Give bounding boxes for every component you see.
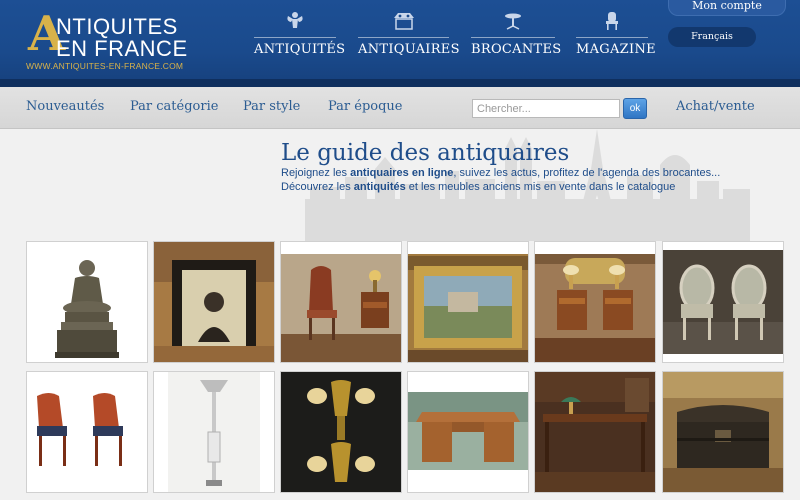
- hero-subtitle-1: Rejoignez les antiquaires en ligne, suiv…: [281, 167, 721, 179]
- wooden-chest-image: [663, 372, 783, 492]
- main-nav-label: ANTIQUITÉS: [254, 42, 346, 57]
- red-armchairs-image: [27, 372, 147, 492]
- main-nav-label: MAGAZINE: [576, 42, 656, 57]
- gallery-item-chair-and-side-table[interactable]: [280, 241, 402, 363]
- page-title: Le guide des antiquaires: [281, 140, 570, 166]
- subnav-par-epoque[interactable]: Par époque: [328, 99, 403, 114]
- site-logo[interactable]: A NTIQUITES EN FRANCE WWW.ANTIQUITES-EN-…: [26, 10, 196, 72]
- subnav-nouveautes[interactable]: Nouveautés: [26, 99, 104, 114]
- chair-icon: [576, 10, 648, 34]
- chair-and-side-table-image: [281, 242, 401, 362]
- antiquaires-en-ligne-link[interactable]: antiquaires en ligne: [350, 167, 453, 179]
- search-submit-button[interactable]: ok: [623, 98, 647, 119]
- subnav-par-categorie[interactable]: Par catégorie: [130, 99, 218, 114]
- site-header: A NTIQUITES EN FRANCE WWW.ANTIQUITES-EN-…: [0, 0, 800, 87]
- framed-portrait-image: [154, 242, 274, 362]
- medallion-armchairs-image: [663, 242, 783, 362]
- buddha-statue-image: [27, 242, 147, 362]
- floor-lamp-image: [154, 372, 274, 492]
- gallery-item-writing-desk[interactable]: [534, 371, 656, 493]
- logo-url: WWW.ANTIQUITES-EN-FRANCE.COM: [26, 61, 184, 71]
- subnav-achat-vente[interactable]: Achat/vente: [676, 99, 755, 114]
- gallery-item-gilt-sconces[interactable]: [280, 371, 402, 493]
- main-nav-label: BROCANTES: [471, 42, 562, 57]
- secondary-nav: Nouveautés Par catégorie Par style Par é…: [0, 87, 800, 129]
- main-nav-antiquites[interactable]: ANTIQUITÉS: [254, 10, 346, 66]
- writing-desk-image: [535, 372, 655, 492]
- main-nav-magazine[interactable]: MAGAZINE: [576, 10, 656, 66]
- store-icon: [358, 10, 449, 34]
- gallery-item-bedside-tables[interactable]: [534, 241, 656, 363]
- hero-subtitle-2: Découvrez les antiquités et les meubles …: [281, 181, 676, 193]
- gallery-item-wooden-chest[interactable]: [662, 371, 784, 493]
- product-gallery: [0, 241, 800, 500]
- gallery-item-floor-lamp[interactable]: [153, 371, 275, 493]
- subnav-par-style[interactable]: Par style: [243, 99, 300, 114]
- gallery-item-red-armchairs[interactable]: [26, 371, 148, 493]
- cherub-icon: [254, 10, 336, 34]
- gallery-item-medallion-armchairs[interactable]: [662, 241, 784, 363]
- main-nav-brocantes[interactable]: BROCANTES: [471, 10, 562, 66]
- main-nav-label: ANTIQUAIRES: [358, 42, 460, 57]
- language-selector[interactable]: Français: [668, 27, 756, 47]
- gilt-sconces-image: [281, 372, 401, 492]
- gallery-item-framed-portrait[interactable]: [153, 241, 275, 363]
- gallery-item-framed-landscape[interactable]: [407, 241, 529, 363]
- account-button[interactable]: Mon compte: [668, 0, 786, 16]
- antiquites-link[interactable]: antiquités: [354, 181, 406, 193]
- hero-banner: Le guide des antiquaires Rejoignez les a…: [0, 129, 800, 241]
- search-input[interactable]: [472, 99, 620, 118]
- gallery-item-wooden-desk[interactable]: [407, 371, 529, 493]
- wooden-desk-image: [408, 372, 528, 492]
- bedside-tables-image: [535, 242, 655, 362]
- framed-landscape-image: [408, 242, 528, 362]
- logo-line-2: EN FRANCE: [56, 36, 188, 61]
- main-nav-antiquaires[interactable]: ANTIQUAIRES: [358, 10, 460, 66]
- table-icon: [471, 10, 555, 34]
- gallery-item-buddha-statue[interactable]: [26, 241, 148, 363]
